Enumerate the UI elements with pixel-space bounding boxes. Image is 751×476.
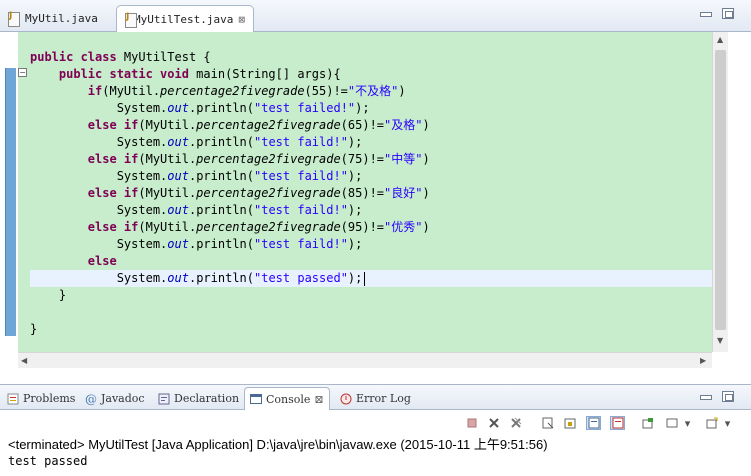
- minimize-button[interactable]: [700, 12, 712, 17]
- code-line-7: else if(MyUtil.percentage2fivegrade(75)!…: [87, 152, 430, 166]
- maximize-view-button[interactable]: [722, 391, 734, 402]
- fold-toggle-icon[interactable]: −: [18, 68, 27, 77]
- code-line-5: else if(MyUtil.percentage2fivegrade(65)!…: [87, 118, 430, 132]
- code-line-14-current: System.out.println("test passed");: [30, 270, 712, 287]
- code-line-15: }: [58, 288, 67, 302]
- code-line-6: System.out.println("test faild!");: [116, 135, 363, 149]
- code-text-area[interactable]: public class MyUtilTest { public static …: [18, 32, 712, 352]
- display-console-dropdown-icon[interactable]: ▾: [680, 416, 695, 430]
- tab-myutiltest-java[interactable]: MyUtilTest.java ⊠: [116, 5, 254, 33]
- close-icon[interactable]: ⊠: [314, 393, 323, 406]
- code-line-8: System.out.println("test faild!");: [116, 169, 363, 183]
- problems-icon: [7, 393, 19, 405]
- code-line-12: System.out.println("test faild!");: [116, 237, 363, 251]
- tab-myutil-java[interactable]: MyUtil.java: [0, 5, 112, 32]
- scroll-right-icon[interactable]: ▶: [700, 356, 706, 365]
- at-icon: @: [85, 391, 97, 406]
- show-console-stderr-button[interactable]: [610, 416, 625, 430]
- remove-launch-button[interactable]: [486, 416, 501, 430]
- code-line-13: else: [87, 254, 117, 268]
- code-line-1: public class MyUtilTest {: [30, 50, 211, 64]
- vertical-scrollbar[interactable]: ▲ ▼: [712, 32, 728, 352]
- tab-javadoc[interactable]: @ Javadoc: [80, 387, 150, 410]
- editor-tab-bar: MyUtil.java MyUtilTest.java ⊠: [0, 0, 751, 33]
- terminate-button[interactable]: [464, 416, 479, 430]
- overview-ruler: [5, 68, 16, 336]
- code-line-11: else if(MyUtil.percentage2fivegrade(95)!…: [87, 220, 430, 234]
- text-caret: [364, 271, 366, 286]
- java-file-icon: [125, 12, 138, 28]
- code-line-9: else if(MyUtil.percentage2fivegrade(85)!…: [87, 186, 430, 200]
- pin-console-button[interactable]: [640, 416, 655, 430]
- tab-label: Error Log: [356, 392, 411, 405]
- close-icon[interactable]: ⊠: [238, 13, 245, 26]
- view-tab-bar: Problems @ Javadoc Declaration Console ⊠…: [0, 384, 751, 410]
- remove-all-terminated-button[interactable]: [508, 416, 523, 430]
- error-log-icon: [340, 393, 352, 405]
- tab-label: MyUtilTest.java: [134, 13, 234, 26]
- scroll-left-icon[interactable]: ◀: [21, 356, 27, 365]
- scroll-up-icon[interactable]: ▲: [717, 35, 723, 44]
- tab-console[interactable]: Console ⊠: [244, 387, 330, 410]
- java-file-icon: [8, 11, 20, 27]
- code-line-3: if(MyUtil.percentage2fivegrade(55)!="不及格…: [87, 84, 406, 98]
- code-editor[interactable]: public class MyUtilTest { public static …: [0, 32, 751, 370]
- console-output: test passed: [8, 454, 88, 468]
- scroll-down-icon[interactable]: ▼: [717, 336, 723, 345]
- tab-label: Javadoc: [101, 392, 145, 405]
- code-line-4: System.out.println("test failed!");: [116, 101, 370, 115]
- tab-problems[interactable]: Problems: [2, 387, 80, 410]
- console-icon: [250, 393, 262, 405]
- tab-label: MyUtil.java: [25, 12, 98, 25]
- tab-declaration[interactable]: Declaration: [153, 387, 244, 410]
- display-selected-console-button[interactable]: [664, 416, 679, 430]
- code-line-17: }: [30, 322, 38, 336]
- horizontal-scrollbar[interactable]: ◀ ▶: [18, 352, 712, 368]
- code-line-10: System.out.println("test faild!");: [116, 203, 363, 217]
- show-console-stdout-button[interactable]: [586, 416, 601, 430]
- minimize-view-button[interactable]: [700, 395, 712, 400]
- tab-label: Declaration: [174, 392, 240, 405]
- declaration-icon: [158, 393, 170, 405]
- tab-error-log[interactable]: Error Log: [335, 387, 416, 410]
- code-line-2: public static void main(String[] args){: [58, 67, 341, 81]
- console-toolbar: ▾ ▾: [0, 411, 751, 435]
- scroll-lock-button[interactable]: [562, 416, 577, 430]
- open-console-button[interactable]: [704, 416, 719, 430]
- tab-label: Problems: [23, 392, 76, 405]
- tab-label: Console: [266, 392, 311, 406]
- console-process-label: <terminated> MyUtilTest [Java Applicatio…: [8, 437, 548, 452]
- maximize-button[interactable]: [722, 8, 734, 19]
- open-console-dropdown-icon[interactable]: ▾: [720, 416, 735, 430]
- scrollbar-thumb[interactable]: [715, 50, 726, 330]
- clear-console-button[interactable]: [540, 416, 555, 430]
